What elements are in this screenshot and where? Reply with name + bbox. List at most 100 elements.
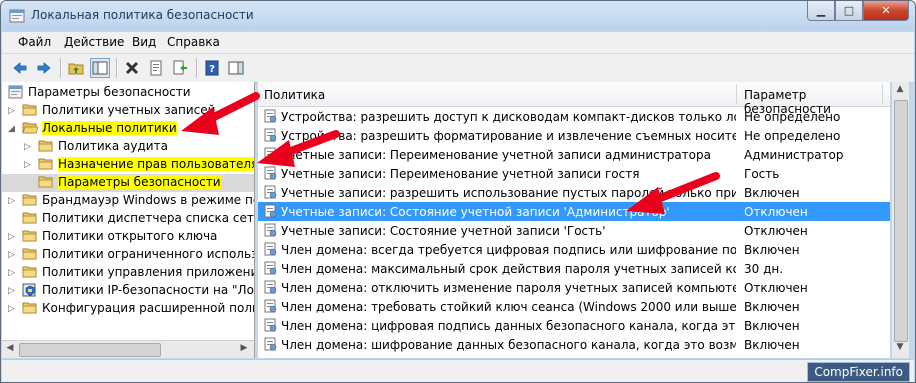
scroll-up-icon[interactable]: ▲ — [894, 84, 906, 94]
tree-item-label: Конфигурация расширенной политики аудита — [42, 301, 254, 315]
policy-name: Устройства: разрешить форматирование и и… — [281, 129, 736, 143]
expand-arrow-icon[interactable]: ▷ — [8, 106, 16, 116]
scroll-down-icon[interactable]: ▼ — [894, 342, 906, 352]
policy-row[interactable]: Учетные записи: Состояние учетной записи… — [258, 202, 890, 221]
policy-row[interactable]: Член домена: всегда требуется цифровая п… — [258, 240, 890, 259]
tree-item-label: Назначение прав пользователя — [58, 157, 254, 171]
policy-icon — [263, 337, 277, 351]
policy-row[interactable]: Член домена: требовать стойкий ключ сеан… — [258, 297, 890, 316]
tree-item[interactable]: ▷ Политики учетных записей — [2, 102, 254, 120]
policy-row[interactable]: Член домена: цифровая подпись данных без… — [258, 316, 890, 335]
properties-button[interactable] — [146, 58, 166, 78]
tree-item[interactable]: ▷ Политики управления приложениями — [2, 264, 254, 282]
expand-arrow-icon[interactable]: ▷ — [8, 268, 16, 278]
tree-item-label: Политики ограниченного использования про… — [42, 247, 254, 261]
policy-row[interactable]: Учетные записи: Состояние учетной записи… — [258, 221, 890, 240]
tree-scroll-thumb[interactable] — [19, 343, 161, 357]
list-vertical-scrollbar[interactable]: ▲ ▼ — [891, 82, 909, 358]
policy-setting: Администратор — [744, 148, 844, 162]
expand-arrow-icon[interactable]: ▷ — [8, 232, 16, 242]
show-hide-tree-button[interactable] — [90, 58, 110, 78]
policy-name: Член домена: отключить изменение пароля … — [281, 281, 736, 295]
tree-item[interactable]: Параметры безопасности — [2, 84, 254, 102]
list-scroll-thumb[interactable] — [894, 100, 908, 342]
scroll-right-icon[interactable]: ▶ — [238, 343, 250, 355]
tree-horizontal-scrollbar[interactable]: ◀ ▶ — [2, 340, 254, 358]
watermark: CompFixer.info — [807, 362, 910, 382]
menu-action[interactable]: Действие — [64, 35, 124, 49]
tree-item-label: Политика аудита — [58, 139, 168, 153]
policy-setting: Включен — [744, 338, 800, 352]
list-header: Политика Параметр безопасности — [258, 82, 890, 116]
expand-arrow-icon[interactable]: ▷ — [24, 142, 32, 152]
close-button[interactable]: ✕ — [863, 1, 909, 21]
tree-item[interactable]: ▷ Конфигурация расширенной политики аудит… — [2, 300, 254, 318]
policy-setting: Отключен — [744, 205, 808, 219]
policy-row[interactable]: Учетные записи: Переименование учетной з… — [258, 164, 890, 183]
policy-icon — [263, 204, 277, 218]
up-level-button[interactable] — [66, 58, 86, 78]
tree-item-label: Локальные политики — [42, 121, 177, 135]
maximize-button[interactable]: □ — [835, 1, 863, 21]
policy-row[interactable]: Член домена: отключить изменение пароля … — [258, 278, 890, 297]
ip-security-icon — [22, 283, 38, 297]
tree-item[interactable]: ▷ Политики IP-безопасности на "Локальный … — [2, 282, 254, 300]
delete-button[interactable] — [122, 58, 142, 78]
policy-icon — [263, 147, 277, 161]
tree-item-label: Политики открытого ключа — [42, 229, 218, 243]
policy-setting: Не определено — [744, 129, 841, 143]
folder-icon — [22, 211, 38, 225]
help-button[interactable]: ? — [202, 58, 222, 78]
export-list-button[interactable] — [170, 58, 190, 78]
column-policy[interactable]: Политика — [264, 88, 325, 102]
expanded-arrow-icon[interactable]: ◢ — [8, 124, 16, 134]
expand-arrow-icon[interactable]: ▷ — [8, 250, 16, 260]
folder-icon — [22, 229, 38, 243]
back-button[interactable] — [10, 58, 30, 78]
policy-icon — [263, 223, 277, 237]
policy-setting: Отключен — [744, 224, 808, 238]
tree-item[interactable]: Политики диспетчера списка сетей — [2, 210, 254, 228]
scroll-left-icon[interactable]: ◀ — [4, 343, 16, 355]
tree-item[interactable]: ▷ Политики открытого ключа — [2, 228, 254, 246]
tree-item[interactable]: ▷ Брандмауэр Windows в режиме повышенной … — [2, 192, 254, 210]
menu-help[interactable]: Справка — [167, 35, 220, 49]
expand-arrow-icon[interactable]: ▷ — [8, 286, 16, 296]
expand-arrow-icon[interactable]: ▷ — [8, 304, 16, 314]
menu-bar: Файл Действие Вид Справка — [2, 31, 914, 54]
policy-setting: Включен — [744, 300, 800, 314]
security-settings-icon — [8, 85, 24, 99]
status-bar: CompFixer.info — [2, 359, 914, 382]
policy-name: Член домена: всегда требуется цифровая п… — [281, 243, 736, 257]
tree-item[interactable]: ◢ Локальные политики — [2, 120, 254, 138]
policy-row[interactable]: Член домена: шифрование данных безопасно… — [258, 335, 890, 354]
policy-row[interactable]: Член домена: максимальный срок действия … — [258, 259, 890, 278]
svg-text:?: ? — [209, 64, 215, 75]
toolbar: ? — [2, 53, 914, 83]
forward-arrow-icon — [37, 62, 51, 74]
minimize-icon: ▁ — [816, 4, 826, 17]
policy-row[interactable]: Учетные записи: Переименование учетной з… — [258, 145, 890, 164]
tree-item-label: Брандмауэр Windows в режиме повышенной б… — [42, 193, 254, 207]
menu-file[interactable]: Файл — [18, 35, 51, 49]
folder-icon — [22, 265, 38, 279]
view-button[interactable] — [226, 58, 246, 78]
expand-arrow-icon[interactable]: ▷ — [8, 196, 16, 206]
expand-arrow-icon[interactable]: ▷ — [24, 160, 32, 170]
delete-x-icon — [125, 61, 139, 75]
tree-item[interactable]: ▷ Назначение прав пользователя — [2, 156, 254, 174]
policy-icon — [263, 242, 277, 256]
folder-icon — [38, 157, 54, 171]
menu-view[interactable]: Вид — [132, 35, 156, 49]
policy-name: Член домена: максимальный срок действия … — [281, 262, 736, 276]
policy-setting: Гость — [744, 167, 780, 181]
policy-row[interactable]: Устройства: разрешить доступ к дисковода… — [258, 107, 890, 126]
forward-button[interactable] — [34, 58, 54, 78]
folder-icon — [22, 193, 38, 207]
policy-row[interactable]: Устройства: разрешить форматирование и и… — [258, 126, 890, 145]
policy-row[interactable]: Учетные записи: разрешить использование … — [258, 183, 890, 202]
minimize-button[interactable]: ▁ — [807, 1, 835, 21]
tree-item[interactable]: ▷ Политики ограниченного использования пр… — [2, 246, 254, 264]
tree-item[interactable]: ▷ Политика аудита — [2, 138, 254, 156]
tree-item[interactable]: Параметры безопасности — [2, 174, 254, 192]
